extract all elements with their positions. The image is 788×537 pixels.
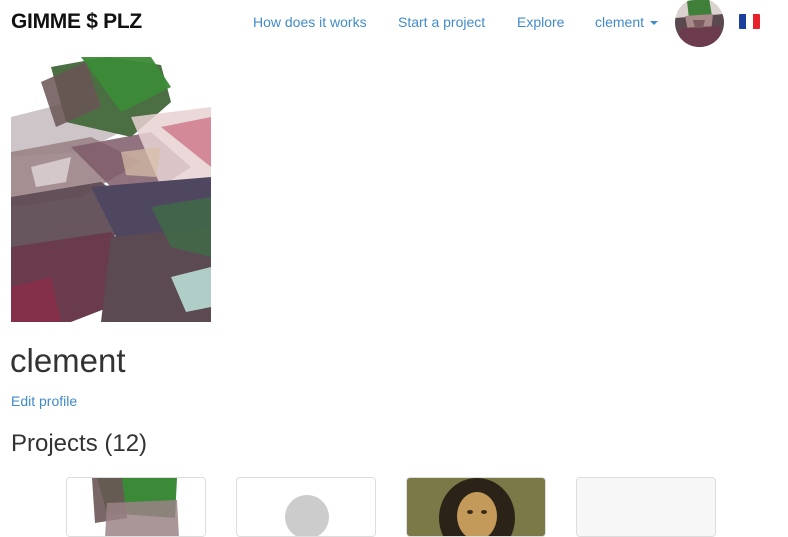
caret-down-icon <box>650 21 659 26</box>
edit-profile-link[interactable]: Edit profile <box>11 393 77 409</box>
user-menu-label: clement <box>595 14 645 30</box>
nav-link-how-it-works[interactable]: How does it works <box>253 14 367 30</box>
flag-stripe-white <box>746 14 753 29</box>
profile-photo-image <box>11 57 211 322</box>
project-card[interactable] <box>66 477 206 537</box>
profile-photo <box>11 57 211 322</box>
flag-stripe-red <box>753 14 760 29</box>
nav-link-explore[interactable]: Explore <box>517 14 564 30</box>
project-card[interactable] <box>576 477 716 537</box>
brand-logo[interactable]: GIMME $ PLZ <box>11 10 142 34</box>
french-flag-icon[interactable] <box>739 14 760 29</box>
project-card[interactable] <box>406 477 546 537</box>
avatar-image <box>675 0 724 47</box>
user-menu-dropdown[interactable]: clement <box>595 14 659 30</box>
placeholder-avatar-icon <box>285 495 329 536</box>
project-card[interactable] <box>236 477 376 537</box>
avatar[interactable] <box>675 0 724 47</box>
flag-stripe-blue <box>739 14 746 29</box>
nav-link-start-project[interactable]: Start a project <box>398 14 485 30</box>
projects-heading: Projects (12) <box>11 430 148 457</box>
top-navbar: GIMME $ PLZ How does it works Start a pr… <box>0 0 788 47</box>
profile-username: clement <box>10 342 126 379</box>
